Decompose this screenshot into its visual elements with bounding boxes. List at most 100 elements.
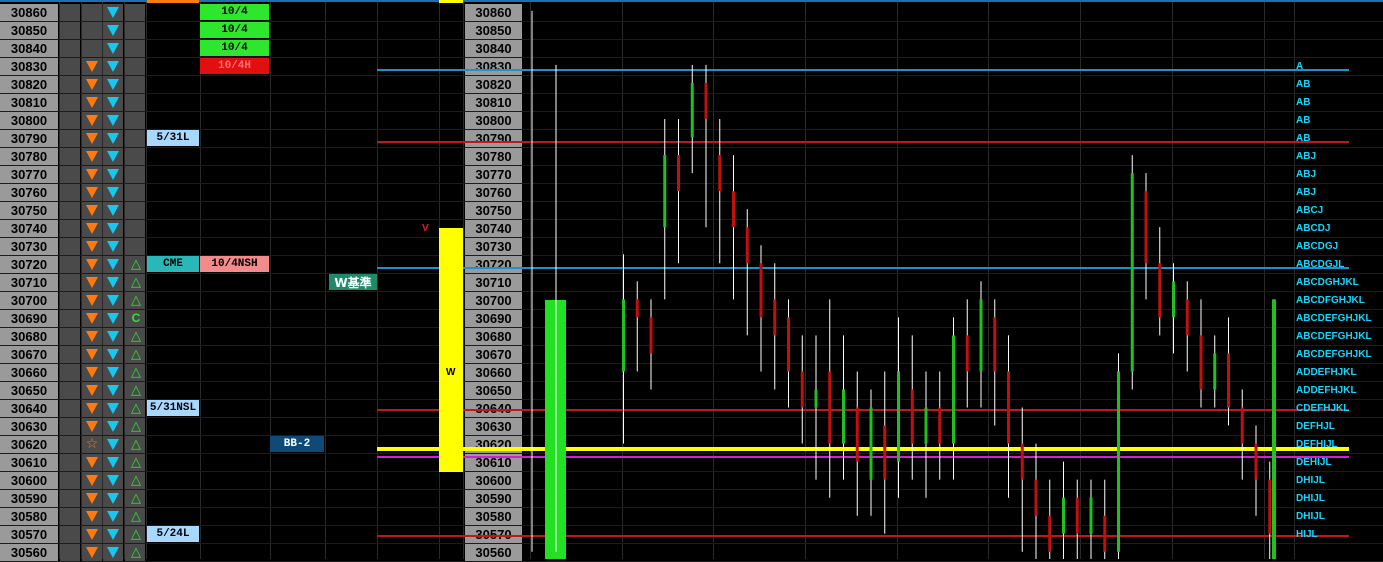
orange-down-icon[interactable] bbox=[86, 97, 98, 108]
price-cell[interactable]: 30830 bbox=[0, 58, 58, 75]
candle-body[interactable] bbox=[1172, 281, 1175, 318]
orange-down-icon[interactable] bbox=[86, 475, 98, 486]
orange-down-icon[interactable] bbox=[86, 241, 98, 252]
signal-cell[interactable] bbox=[82, 4, 102, 21]
orange-down-icon[interactable] bbox=[86, 511, 98, 522]
green-up-icon[interactable]: △ bbox=[128, 400, 144, 417]
price-cell[interactable]: 30630 bbox=[0, 418, 58, 435]
signal-cell[interactable] bbox=[125, 112, 145, 129]
cyan-down-icon[interactable] bbox=[107, 169, 119, 180]
price-cell-2[interactable]: 30560 bbox=[465, 544, 522, 561]
signal-cell[interactable] bbox=[60, 364, 80, 381]
star-icon[interactable]: ☆ bbox=[84, 436, 100, 453]
label-10-4-c[interactable]: 10/4 bbox=[200, 40, 269, 56]
signal-cell[interactable] bbox=[60, 400, 80, 417]
price-cell[interactable]: 30760 bbox=[0, 184, 58, 201]
candle-body[interactable] bbox=[718, 155, 722, 192]
signal-cell[interactable] bbox=[82, 40, 102, 57]
cyan-down-icon[interactable] bbox=[107, 25, 119, 36]
candle-body[interactable] bbox=[787, 317, 790, 372]
label-10-4h[interactable]: 10/4H bbox=[200, 58, 269, 74]
cyan-down-icon[interactable] bbox=[107, 547, 119, 558]
green-up-icon[interactable]: △ bbox=[128, 490, 144, 507]
candle-body[interactable] bbox=[993, 317, 997, 372]
candle-body[interactable] bbox=[773, 299, 777, 336]
signal-cell[interactable] bbox=[60, 130, 80, 147]
price-cell-2[interactable]: 30710 bbox=[465, 274, 522, 291]
orange-down-icon[interactable] bbox=[86, 385, 98, 396]
signal-cell[interactable] bbox=[60, 202, 80, 219]
price-cell[interactable]: 30810 bbox=[0, 94, 58, 111]
price-cell[interactable]: 30820 bbox=[0, 76, 58, 93]
candle-body[interactable] bbox=[924, 407, 928, 444]
label-10-4-a[interactable]: 10/4 bbox=[200, 4, 269, 20]
orange-down-icon[interactable] bbox=[86, 61, 98, 72]
cyan-down-icon[interactable] bbox=[107, 151, 119, 162]
signal-cell[interactable] bbox=[60, 490, 80, 507]
green-up-icon[interactable]: △ bbox=[128, 472, 144, 489]
candle-body[interactable] bbox=[855, 407, 859, 462]
label-10-4nsh[interactable]: 10/4NSH bbox=[200, 256, 269, 272]
green-up-icon[interactable]: △ bbox=[128, 328, 144, 345]
signal-cell[interactable] bbox=[125, 76, 145, 93]
orange-down-icon[interactable] bbox=[86, 277, 98, 288]
price-cell[interactable]: 30650 bbox=[0, 382, 58, 399]
signal-cell[interactable] bbox=[60, 418, 80, 435]
cyan-down-icon[interactable] bbox=[107, 367, 119, 378]
cyan-down-icon[interactable] bbox=[107, 529, 119, 540]
price-cell[interactable]: 30720 bbox=[0, 256, 58, 273]
green-up-icon[interactable]: △ bbox=[128, 526, 144, 543]
label-bb-2[interactable]: BB-2 bbox=[270, 436, 324, 452]
candle-body[interactable] bbox=[1048, 515, 1052, 552]
candle-body[interactable] bbox=[1130, 173, 1134, 372]
signal-cell[interactable] bbox=[60, 220, 80, 237]
price-cell-2[interactable]: 30810 bbox=[465, 94, 522, 111]
cyan-down-icon[interactable] bbox=[107, 385, 119, 396]
cyan-down-icon[interactable] bbox=[107, 403, 119, 414]
price-cell-2[interactable]: 30690 bbox=[465, 310, 522, 327]
label-5-31nsl[interactable]: 5/31NSL bbox=[147, 400, 199, 416]
orange-down-icon[interactable] bbox=[86, 133, 98, 144]
price-cell[interactable]: 30840 bbox=[0, 40, 58, 57]
signal-cell[interactable] bbox=[125, 40, 145, 57]
cyan-down-icon[interactable] bbox=[107, 187, 119, 198]
signal-cell[interactable] bbox=[60, 292, 80, 309]
signal-cell[interactable] bbox=[60, 382, 80, 399]
candle-body[interactable] bbox=[663, 155, 667, 228]
price-cell-2[interactable]: 30780 bbox=[465, 148, 522, 165]
price-cell[interactable]: 30790 bbox=[0, 130, 58, 147]
price-cell-2[interactable]: 30790 bbox=[465, 130, 522, 147]
candle-body[interactable] bbox=[1117, 371, 1120, 552]
signal-cell[interactable] bbox=[125, 220, 145, 237]
green-up-icon[interactable]: △ bbox=[128, 364, 144, 381]
price-cell[interactable]: 30850 bbox=[0, 22, 58, 39]
candle-body[interactable] bbox=[842, 389, 845, 444]
green-up-icon[interactable]: △ bbox=[128, 292, 144, 309]
orange-down-icon[interactable] bbox=[86, 79, 98, 90]
price-cell[interactable]: 30560 bbox=[0, 544, 58, 561]
price-cell-2[interactable]: 30850 bbox=[465, 22, 522, 39]
signal-cell[interactable] bbox=[125, 238, 145, 255]
signal-cell[interactable] bbox=[60, 166, 80, 183]
candle-body[interactable] bbox=[622, 299, 625, 372]
label-cme[interactable]: CME bbox=[147, 256, 199, 272]
green-up-icon[interactable]: △ bbox=[128, 508, 144, 525]
candle-body[interactable] bbox=[800, 371, 804, 408]
candle-body[interactable] bbox=[883, 425, 887, 480]
candle-body[interactable] bbox=[690, 82, 694, 138]
cyan-down-icon[interactable] bbox=[107, 493, 119, 504]
candle-body[interactable] bbox=[897, 371, 900, 462]
price-cell[interactable]: 30740 bbox=[0, 220, 58, 237]
candle-body[interactable] bbox=[1185, 299, 1189, 336]
green-up-icon[interactable]: △ bbox=[128, 274, 144, 291]
price-cell-2[interactable]: 30760 bbox=[465, 184, 522, 201]
label-5-31l[interactable]: 5/31L bbox=[147, 130, 199, 146]
cyan-down-icon[interactable] bbox=[107, 115, 119, 126]
cyan-down-icon[interactable] bbox=[107, 457, 119, 468]
signal-cell[interactable] bbox=[60, 544, 80, 561]
green-up-icon[interactable]: △ bbox=[128, 256, 144, 273]
price-cell-2[interactable]: 30700 bbox=[465, 292, 522, 309]
orange-down-icon[interactable] bbox=[86, 151, 98, 162]
cyan-down-icon[interactable] bbox=[107, 511, 119, 522]
orange-down-icon[interactable] bbox=[86, 187, 98, 198]
